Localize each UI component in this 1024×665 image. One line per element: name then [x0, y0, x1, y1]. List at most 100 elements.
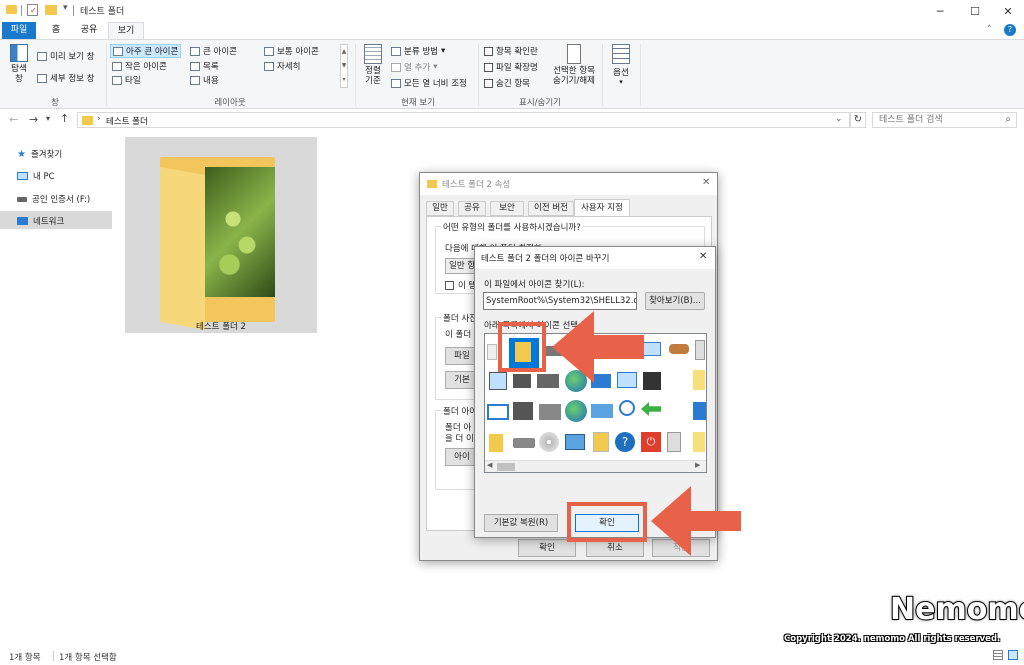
green-arrow-icon[interactable] [641, 402, 661, 416]
floppy-drive-icon[interactable] [513, 402, 533, 420]
ribbon-separator [640, 44, 641, 106]
folder-pictures-desc: 이 폴더 [445, 330, 472, 340]
tab-previous-versions[interactable]: 이전 버전 [528, 201, 574, 216]
folder-icons-desc-2: 을 더 이 [445, 434, 474, 444]
tab-share[interactable]: 공유 [74, 22, 104, 39]
network-connections-icon[interactable] [591, 404, 613, 418]
document-icon[interactable] [487, 344, 497, 360]
back-icon[interactable]: ← [9, 113, 18, 126]
add-columns-button[interactable]: 열 추가 ▾ [391, 61, 437, 73]
properties-quick-icon[interactable]: ✓ [27, 4, 38, 16]
refresh-button[interactable]: ↻ [850, 112, 866, 128]
close-icon[interactable]: ✕ [699, 251, 707, 262]
cd-drive-icon[interactable] [539, 432, 559, 452]
content-option[interactable]: 내용 [190, 74, 219, 86]
disk-drive-icon[interactable] [513, 438, 535, 448]
xlarge-icons-icon [113, 46, 123, 56]
icon-file-path-input[interactable]: SystemRoot%\System32\SHELL32.dll [483, 292, 637, 310]
quick-access-separator [21, 5, 22, 16]
recycle-icon[interactable] [695, 340, 705, 360]
blue-window-icon[interactable] [693, 402, 706, 420]
medium-icons-option[interactable]: 보통 아이콘 [264, 45, 319, 57]
tab-customize[interactable]: 사용자 지정 [574, 199, 630, 217]
layout-scroll[interactable]: ▲ ▼ ▾ [340, 44, 348, 88]
window-frame-icon[interactable] [487, 404, 509, 420]
nav-item-network[interactable]: 네트워크 [17, 215, 64, 227]
drive-error-icon[interactable] [539, 404, 561, 420]
browse-button[interactable]: 찾아보기(B)... [645, 292, 705, 310]
window-list-icon[interactable] [489, 372, 507, 390]
small-icons-option[interactable]: 작은 아이콘 [112, 60, 167, 72]
printer-icon[interactable] [513, 374, 531, 388]
nav-item-drive-f[interactable]: 공인 인증서 (F:) [17, 193, 90, 205]
collapse-ribbon-icon[interactable]: ˄ [987, 25, 992, 35]
tab-file[interactable]: 파일 [2, 22, 36, 39]
nav-item-favorites[interactable]: ★ 즐겨찾기 [17, 148, 62, 161]
image-document-icon[interactable] [593, 432, 609, 452]
item-checkboxes-checkbox[interactable] [484, 46, 493, 56]
nav-item-this-pc[interactable]: 내 PC [17, 170, 55, 182]
large-icon-view-icon[interactable] [1008, 650, 1018, 660]
help-icon[interactable]: ? [615, 432, 635, 452]
tab-security[interactable]: 보안 [490, 201, 524, 216]
globe-network-icon[interactable] [565, 400, 587, 422]
power-icon[interactable]: ⏻ [641, 432, 661, 452]
item-count: 1개 항목 [9, 653, 41, 663]
notepad-icon[interactable] [693, 370, 705, 390]
hand-icon[interactable] [669, 344, 689, 354]
hidden-items-toggle[interactable]: 숨긴 항목 [484, 77, 530, 89]
help-icon[interactable]: ? [1004, 24, 1016, 36]
tab-general[interactable]: 일반 [426, 201, 454, 216]
restore-defaults-button[interactable]: 기본값 복원(R) [484, 514, 558, 532]
close-button[interactable]: ✕ [985, 0, 1024, 22]
tab-view[interactable]: 보기 [108, 22, 144, 39]
tab-home[interactable]: 홈 [44, 22, 68, 39]
scroll-left-icon[interactable]: ◀ [487, 461, 492, 469]
group-by-button[interactable]: 분류 방법 ▾ [391, 45, 445, 57]
details-view-icon[interactable] [993, 650, 1003, 660]
tab-sharing[interactable]: 공유 [458, 201, 486, 216]
file-extensions-checkbox[interactable] [484, 62, 493, 72]
hide-selected-button[interactable]: 선택한 항목 숨기기/해제 [550, 44, 598, 86]
magnifier-icon[interactable] [619, 400, 635, 416]
computer-icon[interactable] [565, 434, 585, 450]
apply-subfolders-checkbox[interactable] [445, 280, 454, 290]
folder-item[interactable]: 테스트 폴더 2 [125, 137, 317, 333]
tiles-option[interactable]: 타일 [112, 74, 141, 86]
address-bar[interactable]: › 테스트 폴더 ⌄ [77, 112, 850, 128]
close-icon[interactable]: ✕ [702, 177, 710, 188]
forward-icon[interactable]: → [29, 113, 38, 126]
large-icons-option[interactable]: 큰 아이콘 [190, 45, 237, 57]
hide-selected-icon [567, 44, 581, 64]
nav-pane-label: 탐색 창 [11, 64, 27, 84]
hidden-items-checkbox[interactable] [484, 78, 493, 88]
arrow-left-icon [651, 486, 741, 556]
new-folder-quick-icon[interactable] [45, 5, 57, 15]
options-button[interactable]: 옵션 ▾ [608, 44, 634, 86]
recycle-bin-icon[interactable] [667, 432, 681, 452]
navigation-pane-button[interactable]: 탐색 창 [8, 44, 30, 84]
notepad-small-icon[interactable] [693, 432, 705, 452]
size-all-columns-button[interactable]: 모든 열 너비 조정 [391, 77, 467, 89]
details-option[interactable]: 자세히 [264, 60, 300, 72]
ribbon-separator [478, 44, 479, 106]
apply-subfolders-option[interactable]: 이 템 [445, 279, 476, 291]
details-pane-button[interactable]: 세부 정보 창 [37, 72, 95, 84]
scroll-thumb[interactable] [497, 463, 515, 471]
item-checkboxes-toggle[interactable]: 항목 확인란 [484, 45, 538, 57]
preview-pane-button[interactable]: 미리 보기 창 [37, 50, 95, 62]
recent-dropdown-icon[interactable]: ▾ [46, 114, 50, 123]
file-extensions-toggle[interactable]: 파일 확장명 [484, 61, 538, 73]
scroll-right-icon[interactable]: ▶ [695, 461, 700, 469]
address-path[interactable]: 테스트 폴더 [106, 115, 148, 127]
search-input[interactable]: 테스트 폴더 검색 ⌕ [872, 112, 1017, 128]
xlarge-icons-option[interactable]: 아주 큰 아이콘 [110, 44, 182, 58]
up-icon[interactable]: ↑ [60, 112, 69, 125]
address-dropdown-icon[interactable]: ⌄ [835, 114, 843, 124]
app-shortcut-icon[interactable] [643, 372, 661, 390]
qat-dropdown-icon[interactable]: ▾ [63, 3, 68, 13]
small-folder-icon[interactable] [489, 434, 503, 452]
icon-list-hscrollbar[interactable]: ◀ ▶ [485, 460, 706, 472]
sort-by-button[interactable]: 정렬 기준 [361, 44, 385, 86]
list-option[interactable]: 목록 [190, 60, 219, 72]
